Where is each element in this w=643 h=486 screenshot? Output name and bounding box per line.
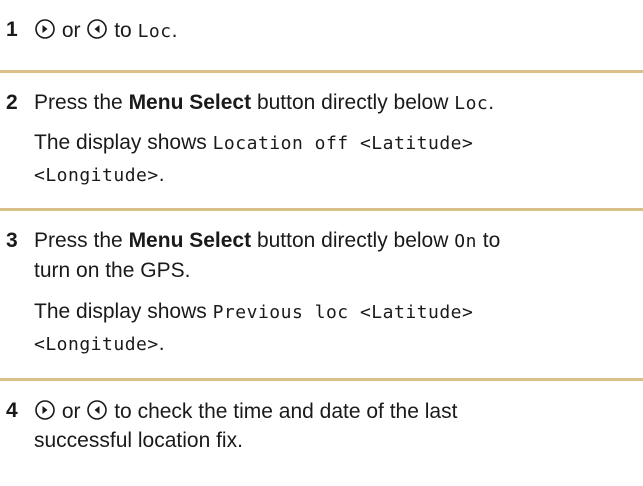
left-arrow-key-icon — [87, 19, 108, 39]
display-text: The display shows Location off <Latitude… — [34, 131, 473, 155]
right-arrow-key-icon — [35, 400, 55, 420]
code-on: On — [454, 231, 477, 252]
display-code-2: <Longitude> — [34, 334, 159, 355]
or-text: or — [61, 400, 81, 423]
step-text: Press the Menu Select button directly be… — [34, 229, 500, 253]
step-number: 1 — [6, 18, 18, 41]
period: . — [158, 332, 165, 355]
step-number: 2 — [6, 91, 18, 114]
period: . — [158, 163, 165, 186]
display-prefix: The display shows — [34, 131, 207, 154]
display-prefix: The display shows — [34, 300, 207, 323]
press-text: Press the — [34, 229, 123, 252]
instruction-text: button directly below — [256, 229, 449, 252]
step-number: 3 — [6, 229, 18, 252]
menu-select-label: Menu Select — [128, 229, 252, 252]
divider — [0, 70, 643, 73]
display-code-2: <Longitude> — [34, 165, 159, 186]
menu-select-label: Menu Select — [128, 91, 252, 114]
instruction-text: button directly below — [256, 91, 449, 114]
divider — [0, 378, 643, 381]
press-text: Press the — [34, 91, 123, 114]
or-text: or — [61, 19, 81, 42]
step-number: 4 — [6, 399, 18, 422]
instruction-text: to check the time and date of the last — [114, 400, 458, 423]
code-loc: Loc — [454, 93, 489, 114]
to-text: to — [114, 19, 132, 42]
period: . — [488, 91, 495, 114]
display-text-line2: <Longitude>. — [34, 163, 165, 187]
period: . — [171, 19, 178, 42]
step-text: Press the Menu Select button directly be… — [34, 91, 494, 115]
right-arrow-key-icon — [35, 19, 55, 39]
display-text: The display shows Previous loc <Latitude… — [34, 300, 473, 324]
display-code-1: Location off <Latitude> — [212, 133, 474, 154]
step-text-line2: successful location fix. — [34, 429, 243, 452]
code-loc: Loc — [137, 21, 172, 42]
divider — [0, 208, 643, 211]
to-text: to — [482, 229, 501, 252]
display-code-1: Previous loc <Latitude> — [212, 302, 474, 323]
step-text: or to Loc. — [34, 18, 177, 43]
step-text: or to check the time and date of the las… — [34, 399, 457, 424]
step-text-line2: turn on the GPS. — [34, 259, 191, 282]
left-arrow-key-icon — [87, 400, 108, 420]
display-text-line2: <Longitude>. — [34, 332, 165, 356]
